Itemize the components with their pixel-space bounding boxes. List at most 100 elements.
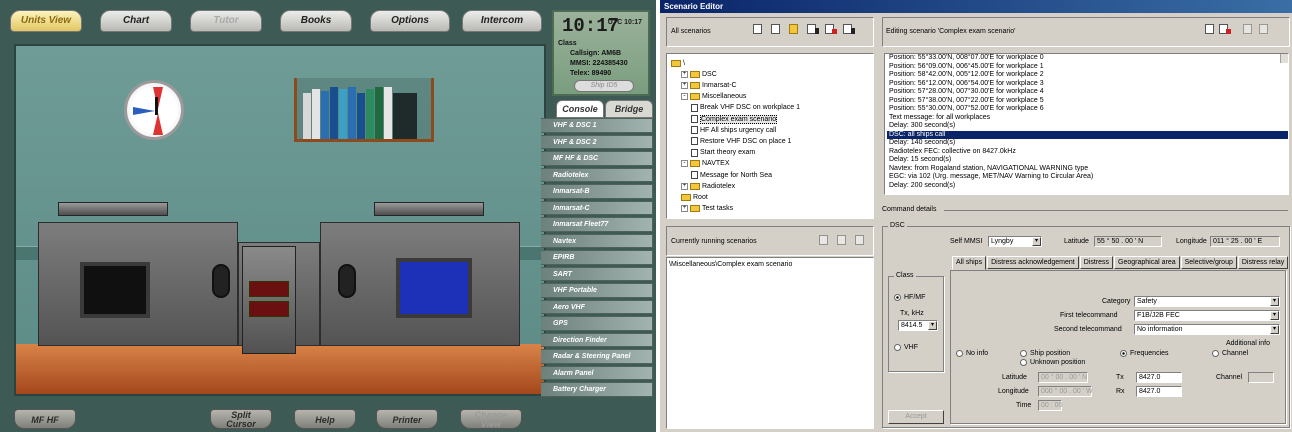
command-row[interactable]: EGC: via 102 (Urg. message, MET/NAV Warn… [887,173,1288,182]
left-monitor-icon[interactable] [80,262,150,318]
rx-field[interactable]: 8427.0 [1136,386,1182,397]
tree-item[interactable]: Start theory exam [691,148,755,158]
new-scenario-icon[interactable] [752,22,766,36]
stop-scenario-icon[interactable] [854,233,868,247]
tab-dsc-type[interactable]: Selective/group [1180,256,1237,269]
split-cursor-button[interactable]: Split Cursor [210,409,272,429]
equipment-menu-item[interactable]: MF HF & DSC [541,151,653,166]
equipment-menu-item[interactable]: Inmarsat-C [541,200,653,215]
tab-dsc-type[interactable]: Distress [1079,256,1114,269]
left-printer-icon[interactable] [58,202,168,216]
equipment-menu-item[interactable]: Battery Charger [541,382,653,397]
tab-tutor[interactable]: Tutor [190,10,262,32]
resume-scenario-icon[interactable] [836,233,850,247]
collapse-icon[interactable]: - [681,93,688,101]
right-monitor-icon[interactable] [396,258,472,318]
command-row[interactable]: Delay: 15 second(s) [887,156,1288,165]
tree-item[interactable]: Break VHF DSC on workplace 1 [691,103,800,113]
equipment-menu-item[interactable]: Inmarsat Fleet77 [541,217,653,232]
equipment-menu-item[interactable]: VHF & DSC 1 [541,118,653,133]
radio-channel[interactable]: Channel [1212,350,1248,357]
expand-icon[interactable]: + [681,81,688,89]
tree-item[interactable]: - NAVTEX [681,159,730,169]
collapse-icon[interactable]: - [681,160,688,168]
category-select[interactable]: Safety ▾ [1134,296,1280,307]
radio-ship-position[interactable]: Ship position [1020,350,1070,357]
command-row[interactable]: DSC: all ships call [887,130,1288,139]
tree-item[interactable]: + Inmarsat-C [681,80,737,90]
pos-latitude-field[interactable]: 00 ° 00 . 00 ' N [1038,372,1088,383]
tab-dsc-type[interactable]: Distress acknowledgement [987,256,1079,269]
radio-no-info[interactable]: No info [956,350,988,357]
equipment-menu-item[interactable]: SART [541,266,653,281]
command-row[interactable]: Position: 57°38.00'N, 007°22.00'E for wo… [887,97,1288,106]
printer-button[interactable]: Printer [376,409,438,429]
expand-icon[interactable]: + [681,70,688,78]
command-row[interactable]: Delay: 200 second(s) [887,182,1288,191]
equipment-menu-item[interactable]: Aero VHF [541,299,653,314]
radio-vhf[interactable]: VHF [894,344,918,351]
radio-hfmf[interactable]: HF/MF [894,294,925,301]
equipment-menu-item[interactable]: Direction Finder [541,332,653,347]
equipment-menu-item[interactable]: VHF Portable [541,283,653,298]
tree-item[interactable]: - Miscellaneous [681,92,746,102]
tab-books[interactable]: Books [280,10,352,32]
right-printer-icon[interactable] [374,202,484,216]
command-row[interactable]: Position: 58°42.00'N, 005°12.00'E for wo… [887,71,1288,80]
export-scenario-icon[interactable] [806,22,820,36]
tree-item[interactable]: Restore VHF DSC on place 1 [691,136,791,146]
command-row[interactable]: Delay: 300 second(s) [887,122,1288,131]
pause-scenario-icon[interactable] [818,233,832,247]
tab-intercom[interactable]: Intercom [462,10,542,32]
equipment-menu-item[interactable]: Radiotelex [541,167,653,182]
expand-icon[interactable]: + [681,205,688,213]
equipment-menu-item[interactable]: Inmarsat-B [541,184,653,199]
tree-item[interactable]: Complex exam scenario [691,114,778,124]
tree-item[interactable]: + Test tasks [681,204,733,214]
ship-id-button[interactable]: Ship ID5 [574,80,634,92]
move-down-icon[interactable] [1258,22,1272,36]
tx-field[interactable]: 8427.0 [1136,372,1182,383]
command-row[interactable]: Radiotelex FEC: collective on 8427.0kHz [887,148,1288,157]
new-folder-icon[interactable] [788,22,802,36]
tab-options[interactable]: Options [370,10,450,32]
tree-item[interactable]: + DSC [681,69,717,79]
command-row[interactable]: Position: 55°33.00'N, 008°07.00'E for wo… [887,54,1288,63]
expand-icon[interactable]: + [681,182,688,190]
command-row[interactable]: Position: 56°09.00'N, 006°45.00'E for wo… [887,63,1288,72]
tab-console[interactable]: Console [556,100,604,118]
equipment-menu-item[interactable]: VHF & DSC 2 [541,134,653,149]
delete-command-icon[interactable] [1218,22,1232,36]
tab-dsc-type[interactable]: Distress relay [1237,256,1289,269]
left-handset-icon[interactable] [212,264,230,298]
help-button[interactable]: Help [294,409,356,429]
first-telecommand-select[interactable]: F1B/J2B FEC ▾ [1134,310,1280,321]
tree-item[interactable]: + Radiotelex [681,181,735,191]
mf-hf-radio-unit-icon[interactable] [242,246,296,354]
running-item[interactable]: \Miscellaneous\Complex exam scenario [667,258,873,271]
radio-frequencies[interactable]: Frequencies [1120,350,1169,357]
tab-dsc-type[interactable]: Geographical area [1114,256,1180,269]
command-row[interactable]: Navtex: from Rogaland station, NAVIGATIO… [887,165,1288,174]
second-telecommand-select[interactable]: No information ▾ [1134,324,1280,335]
tab-bridge[interactable]: Bridge [605,100,653,118]
equipment-menu-item[interactable]: Radar & Steering Panel [541,349,653,364]
run-scenario-icon[interactable] [842,22,856,36]
tab-chart[interactable]: Chart [100,10,172,32]
accept-button[interactable]: Accept [888,410,944,424]
copy-scenario-icon[interactable] [770,22,784,36]
command-row[interactable]: Position: 56°12.00'N, 006°54.00'E for wo… [887,80,1288,89]
tree-item[interactable]: HF All ships urgency call [691,125,776,135]
equipment-menu-item[interactable]: Navtex [541,233,653,248]
command-row[interactable]: Text message: for all workplaces [887,114,1288,123]
insert-command-icon[interactable] [1204,22,1218,36]
tree-item[interactable]: \ [671,58,685,68]
tab-units-view[interactable]: Units View [10,10,82,32]
right-handset-icon[interactable] [338,264,356,298]
equipment-menu-item[interactable]: Alarm Panel [541,365,653,380]
commands-scrollbar[interactable] [1280,54,1288,63]
move-up-icon[interactable] [1242,22,1256,36]
command-row[interactable]: Position: 55°30.00'N, 007°52.00'E for wo… [887,105,1288,114]
tab-dsc-type[interactable]: All ships [952,256,987,270]
tx-khz-select[interactable]: 8414.5 ▾ [898,320,938,331]
